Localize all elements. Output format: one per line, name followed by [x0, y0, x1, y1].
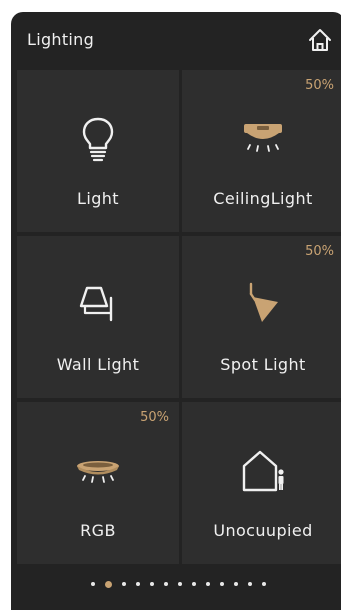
tile-percent: 50% [305, 78, 334, 93]
tile-light[interactable]: Light [17, 70, 179, 232]
header: Lighting [11, 12, 341, 68]
home-icon[interactable] [307, 27, 333, 53]
tile-spot-light[interactable]: 50% Spot Light [182, 236, 341, 398]
tile-rgb[interactable]: 50% RGB [17, 402, 179, 564]
tile-percent: 50% [305, 244, 334, 259]
page-dot[interactable] [219, 582, 224, 586]
page-dot[interactable] [149, 582, 154, 586]
page-dot[interactable] [233, 582, 238, 586]
page-dot[interactable] [205, 582, 210, 586]
tile-label: Spot Light [220, 355, 306, 374]
tile-label: Light [77, 189, 119, 208]
page-title: Lighting [27, 30, 95, 49]
tile-label: Wall Light [56, 355, 140, 374]
page-dot[interactable] [121, 582, 126, 586]
tile-label: Unocuupied [213, 521, 313, 540]
page-dot[interactable] [135, 582, 140, 586]
tile-label: RGB [80, 521, 116, 540]
lighting-panel: Lighting Light 50% CeilingLight Wall Lig… [11, 12, 341, 610]
wall-light-icon [79, 286, 113, 322]
page-dot[interactable] [163, 582, 168, 586]
bulb-icon [82, 117, 114, 162]
page-indicator[interactable] [11, 574, 341, 594]
page-dot[interactable] [261, 582, 266, 586]
page-dot[interactable] [90, 582, 95, 586]
tile-label: CeilingLight [213, 189, 313, 208]
page-dot[interactable] [191, 582, 196, 586]
tile-unoccupied[interactable]: Unocuupied [182, 402, 341, 564]
spot-light-icon [249, 282, 278, 322]
tile-ceiling-light[interactable]: 50% CeilingLight [182, 70, 341, 232]
tile-wall-light[interactable]: Wall Light [17, 236, 179, 398]
tile-percent: 50% [140, 410, 169, 425]
rgb-light-icon [77, 461, 119, 483]
page-dot[interactable] [247, 582, 252, 586]
unoccupied-icon [242, 450, 284, 492]
page-dot-active[interactable] [104, 580, 112, 588]
ceiling-light-icon [244, 124, 282, 152]
page-dot[interactable] [177, 582, 182, 586]
